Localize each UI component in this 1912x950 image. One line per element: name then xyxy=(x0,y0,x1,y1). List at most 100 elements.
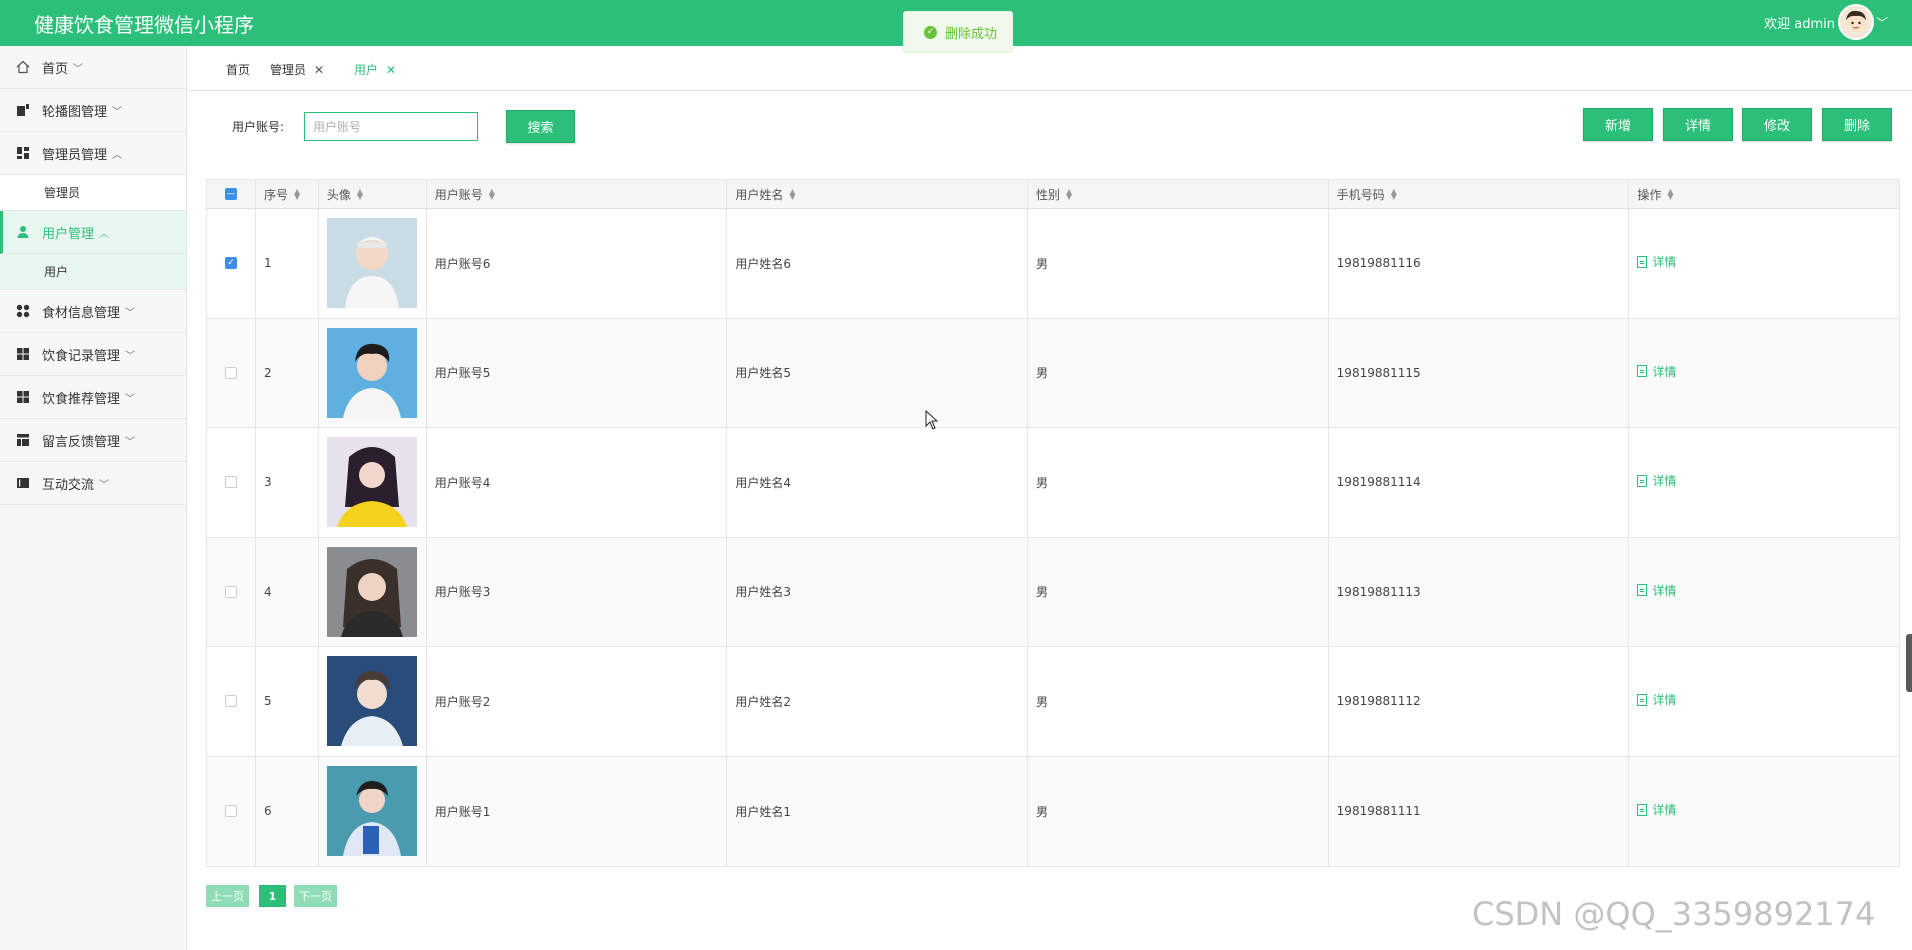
row-gender: 男 xyxy=(1028,209,1329,318)
sidebar-subitem-user[interactable]: 用户 xyxy=(0,254,186,290)
table-row[interactable]: 4 用户账号3 用户姓名3 男 19819881113 详情 xyxy=(207,537,1899,647)
row-detail-link[interactable]: 详情 xyxy=(1637,582,1676,599)
search-button[interactable]: 搜索 xyxy=(506,110,575,143)
document-icon xyxy=(1637,474,1648,487)
row-gender: 男 xyxy=(1028,647,1329,756)
close-icon[interactable]: ✕ xyxy=(314,63,324,77)
delete-button[interactable]: 删除 xyxy=(1822,108,1892,141)
column-header-avatar[interactable]: 头像 ▲ ▼ xyxy=(319,180,427,208)
chevron-down-icon: ﹀ xyxy=(112,106,123,118)
avatar-image xyxy=(326,327,417,418)
add-button[interactable]: 新增 xyxy=(1583,108,1653,141)
dashboard-icon xyxy=(17,147,29,159)
scrollbar-thumb[interactable] xyxy=(1906,634,1912,692)
chevron-down-icon[interactable]: ﹀ xyxy=(1876,14,1888,31)
row-no: 1 xyxy=(256,209,319,318)
sidebar-item-label: 管理员管理 xyxy=(42,147,108,163)
column-header-no[interactable]: 序号 ▲ ▼ xyxy=(256,180,319,208)
table-row[interactable]: 2 用户账号5 用户姓名5 男 19819881115 详情 xyxy=(207,318,1899,428)
sidebar-item-diet-record[interactable]: 饮食记录管理 ﹀ xyxy=(0,333,186,376)
sidebar-item-carousel[interactable]: 轮播图管理 ﹀ xyxy=(0,89,186,132)
grid-icon xyxy=(17,348,29,360)
sidebar: 首页 ﹀ 轮播图管理 ﹀ 管理员管理 ︿ 管理员 用户管理 ︿ 用户 食材信息管… xyxy=(0,46,187,950)
tab-bar: 首页 管理员 ✕ 用户 ✕ xyxy=(188,46,1912,91)
column-header-actions[interactable]: 操作 ▲ ▼ xyxy=(1629,180,1899,208)
chevron-up-icon: ︿ xyxy=(112,149,123,161)
document-icon xyxy=(1637,255,1648,268)
home-icon xyxy=(16,60,30,74)
row-name: 用户姓名5 xyxy=(727,318,1029,427)
row-gender: 男 xyxy=(1028,318,1329,427)
chevron-down-icon: ﹀ xyxy=(73,63,84,75)
sidebar-subitem-label: 管理员 xyxy=(44,186,81,200)
sidebar-item-admin-mgmt[interactable]: 管理员管理 ︿ xyxy=(0,132,186,175)
sidebar-item-user-mgmt[interactable]: 用户管理 ︿ xyxy=(0,211,186,254)
search-input[interactable] xyxy=(304,112,478,141)
row-detail-link[interactable]: 详情 xyxy=(1637,363,1676,380)
row-checkbox[interactable] xyxy=(224,805,237,818)
row-detail-link[interactable]: 详情 xyxy=(1637,253,1676,270)
table-row[interactable]: 6 用户账号1 用户姓名1 男 19819881111 详情 xyxy=(207,756,1899,866)
tab-home[interactable]: 首页 xyxy=(226,61,250,78)
select-all-checkbox[interactable]: — xyxy=(224,188,237,200)
row-checkbox[interactable] xyxy=(224,585,237,598)
avatar-image xyxy=(326,546,417,637)
grid-icon xyxy=(17,391,29,403)
sidebar-item-label: 饮食记录管理 xyxy=(42,348,121,364)
user-avatar[interactable] xyxy=(1838,4,1874,40)
close-icon[interactable]: ✕ xyxy=(386,63,396,77)
sidebar-item-label: 首页 xyxy=(42,61,69,77)
sidebar-item-ingredient[interactable]: 食材信息管理 ﹀ xyxy=(0,290,186,333)
column-header-gender[interactable]: 性别 ▲ ▼ xyxy=(1028,180,1329,208)
chevron-down-icon: ﹀ xyxy=(125,350,136,362)
sidebar-item-interaction[interactable]: 互动交流 ﹀ xyxy=(0,462,186,505)
row-name: 用户姓名1 xyxy=(727,756,1029,866)
row-gender: 男 xyxy=(1028,537,1329,646)
tab-admin[interactable]: 管理员 ✕ xyxy=(270,61,324,78)
sidebar-item-label: 互动交流 xyxy=(42,477,95,493)
sidebar-item-home[interactable]: 首页 ﹀ xyxy=(0,46,186,89)
row-phone: 19819881116 xyxy=(1329,209,1630,318)
table-row[interactable]: ✓ 1 用户账号6 用户姓名6 男 19819881116 详情 xyxy=(207,209,1899,319)
page-number-button[interactable]: 1 xyxy=(259,885,286,907)
sort-icon: ▲ ▼ xyxy=(1066,187,1073,201)
row-checkbox[interactable]: ✓ xyxy=(224,257,237,270)
mouse-cursor-icon xyxy=(925,410,939,430)
avatar-image xyxy=(326,766,417,857)
row-checkbox[interactable] xyxy=(224,476,237,489)
row-phone: 19819881115 xyxy=(1329,318,1630,427)
column-header-account[interactable]: 用户账号 ▲ ▼ xyxy=(427,180,728,208)
table-row[interactable]: 5 用户账号2 用户姓名2 男 19819881112 详情 xyxy=(207,647,1899,757)
chevron-up-icon: ︿ xyxy=(99,228,110,240)
row-detail-link[interactable]: 详情 xyxy=(1637,801,1676,818)
user-icon xyxy=(17,226,29,238)
edit-button[interactable]: 修改 xyxy=(1742,108,1812,141)
row-gender: 男 xyxy=(1028,756,1329,866)
prev-page-button[interactable]: 上一页 xyxy=(206,885,249,907)
row-account: 用户账号6 xyxy=(427,209,728,318)
layout-icon xyxy=(17,434,29,446)
row-detail-link[interactable]: 详情 xyxy=(1637,472,1676,489)
column-header-phone[interactable]: 手机号码 ▲ ▼ xyxy=(1329,180,1630,208)
row-account: 用户账号1 xyxy=(427,756,728,866)
row-no: 4 xyxy=(256,537,319,646)
chevron-down-icon: ﹀ xyxy=(125,307,136,319)
row-no: 2 xyxy=(256,318,319,427)
row-checkbox[interactable] xyxy=(224,695,237,708)
sort-icon: ▲ ▼ xyxy=(1667,187,1674,201)
sidebar-item-diet-recommend[interactable]: 饮食推荐管理 ﹀ xyxy=(0,376,186,419)
row-detail-link[interactable]: 详情 xyxy=(1637,691,1676,708)
row-account: 用户账号3 xyxy=(427,537,728,646)
detail-button[interactable]: 详情 xyxy=(1663,108,1733,141)
next-page-button[interactable]: 下一页 xyxy=(294,885,337,907)
document-icon xyxy=(1637,584,1648,597)
row-name: 用户姓名2 xyxy=(727,647,1029,756)
row-checkbox[interactable] xyxy=(224,366,237,379)
sidebar-item-label: 用户管理 xyxy=(42,226,95,242)
table-row[interactable]: 3 用户账号4 用户姓名4 男 19819881114 详情 xyxy=(207,428,1899,538)
sort-icon: ▲ ▼ xyxy=(1390,187,1397,201)
column-header-name[interactable]: 用户姓名 ▲ ▼ xyxy=(727,180,1029,208)
sidebar-item-feedback[interactable]: 留言反馈管理 ﹀ xyxy=(0,419,186,462)
tab-user[interactable]: 用户 ✕ xyxy=(354,61,396,78)
sidebar-subitem-admin[interactable]: 管理员 xyxy=(0,175,186,211)
